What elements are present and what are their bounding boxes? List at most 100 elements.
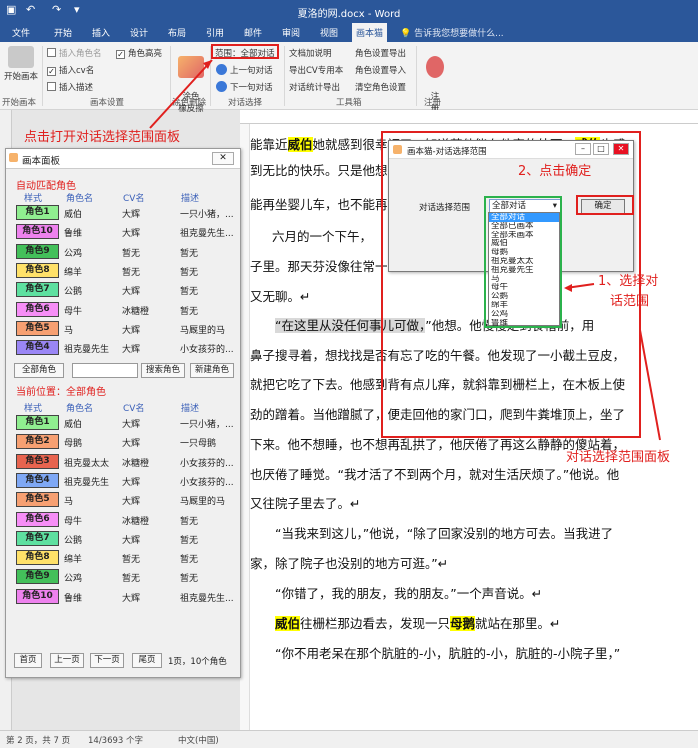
role-style-swatch[interactable]: 角色9 (16, 243, 59, 259)
role-row[interactable]: 角色8 绵羊 暂无 暂无 (16, 550, 236, 567)
role-row[interactable]: 角色1 威伯 大辉 一只小猪，... (16, 205, 236, 222)
search-input[interactable] (72, 363, 138, 378)
role-style-swatch[interactable]: 角色7 (16, 282, 59, 298)
role-desc: 暂无 (180, 535, 199, 546)
prev-page-button[interactable]: 上一页 (50, 653, 84, 668)
role-row[interactable]: 角色7 公鹅 大辉 暂无 (16, 530, 236, 548)
role-row[interactable]: 角色8 绵羊 暂无 暂无 (16, 262, 236, 280)
close-icon[interactable]: ✕ (613, 143, 629, 155)
role-desc: 马厩里的马 (180, 325, 226, 336)
dialog-titlebar: 画本猫-对话选择范围 – □ ✕ (389, 141, 633, 159)
arrow-head (564, 284, 572, 292)
role-style-swatch[interactable]: 角色1 (16, 415, 59, 430)
role-cv: 冰糖橙 (122, 516, 150, 527)
role-desc: 马厩里的马 (180, 497, 226, 508)
role-style-swatch[interactable]: 角色9 (16, 569, 59, 585)
role-name: 威伯 (64, 420, 83, 430)
role-cv: 暂无 (122, 248, 141, 259)
role-row[interactable]: 角色6 母牛 冰糖橙 暂无 (16, 511, 236, 529)
role-row[interactable]: 角色7 公鹅 大辉 暂无 (16, 282, 236, 299)
annotation-select-range-2: 话范围 (610, 294, 650, 309)
role-row[interactable]: 角色10 鲁维 大辉 祖克曼先生... (16, 588, 236, 606)
col-desc: 描述 (181, 194, 200, 204)
range-option[interactable]: 祖克曼太太 (489, 257, 559, 266)
col-name: 角色名 (66, 194, 94, 204)
range-option[interactable]: 绵羊 (489, 301, 559, 310)
range-dropdown-list: 全部对话 全部已画本 全部未画本 威伯 母鹅 祖克曼太太 祖克曼先生马母牛 公鹅 绵羊 公鸡 鲁维 (488, 212, 560, 328)
role-row[interactable]: 角色1 威伯 大辉 一只小猪，... (16, 415, 236, 432)
role-style-swatch[interactable]: 角色2 (16, 434, 59, 450)
role-style-swatch[interactable]: 角色4 (16, 340, 59, 356)
role-style-swatch[interactable]: 角色10 (16, 224, 59, 240)
all-roles-button[interactable]: 全部角色 (14, 363, 64, 378)
role-cv: 冰糖橙 (122, 458, 150, 469)
role-row[interactable]: 角色9 公鸡 暂无 暂无 (16, 569, 236, 586)
role-row[interactable]: 角色6 母牛 冰糖橙 暂无 (16, 301, 236, 319)
role-row[interactable]: 角色3 祖克曼太太 冰糖橙 小女孩芬的... (16, 453, 236, 471)
annotation-range-panel: 对话选择范围面板 (566, 450, 671, 465)
minimize-icon[interactable]: – (575, 143, 591, 155)
role-row[interactable]: 角色4 祖克曼先生 大辉 小女孩芬的... (16, 340, 236, 357)
role-cv: 暂无 (122, 267, 141, 278)
role-desc: 一只小猪，... (180, 210, 234, 220)
role-style-swatch[interactable]: 角色8 (16, 550, 59, 566)
role-name: 母牛 (64, 516, 83, 527)
next-page-button[interactable]: 下一页 (90, 653, 124, 668)
range-option[interactable]: 马 (489, 275, 559, 284)
role-desc: 小女孩芬的... (180, 458, 234, 469)
role-name: 马 (64, 325, 74, 336)
role-style-swatch[interactable]: 角色7 (16, 530, 59, 546)
range-option[interactable]: 公鸡 (489, 310, 559, 319)
range-option[interactable]: 公鹅 (489, 292, 559, 301)
role-style-swatch[interactable]: 角色1 (16, 205, 59, 220)
role-style-swatch[interactable]: 角色3 (16, 453, 59, 469)
range-option[interactable]: 全部已画本 (489, 222, 559, 231)
annotation-open-panel: 点击打开对话选择范围面板 (24, 130, 181, 145)
role-row[interactable]: 角色2 母鹅 大辉 一只母鹅 (16, 434, 236, 451)
role-style-swatch[interactable]: 角色4 (16, 472, 59, 488)
role-name: 绵羊 (64, 555, 83, 566)
range-option[interactable]: 鲁维 (489, 319, 559, 328)
range-option[interactable]: 威伯 (489, 239, 559, 248)
role-desc: 暂无 (180, 306, 199, 317)
col-style: 样式 (24, 194, 43, 204)
role-name: 绵羊 (64, 267, 83, 278)
role-style-swatch[interactable]: 角色5 (16, 320, 59, 336)
role-cv: 冰糖橙 (122, 306, 150, 317)
role-style-swatch[interactable]: 角色6 (16, 511, 59, 527)
last-page-button[interactable]: 尾页 (132, 653, 162, 668)
role-name: 母牛 (64, 306, 83, 317)
panel-title-text: 画本面板 (22, 156, 61, 167)
role-cv: 大辉 (122, 420, 141, 430)
role-name: 公鸡 (64, 248, 83, 259)
huaben-panel: 画本面板 ✕ 自动匹配角色 样式 角色名 CV名 描述 角色1 威伯 大辉 一只小猪，… (5, 148, 241, 678)
search-role-button[interactable]: 搜索角色 (141, 363, 185, 378)
role-row[interactable]: 角色10 鲁维 大辉 祖克曼先生... (16, 224, 236, 241)
role-style-swatch[interactable]: 角色10 (16, 588, 59, 604)
role-style-swatch[interactable]: 角色8 (16, 262, 59, 278)
range-option[interactable]: 祖克曼先生 (489, 266, 559, 275)
first-page-button[interactable]: 首页 (14, 653, 42, 668)
role-desc: 祖克曼先生... (180, 229, 234, 240)
role-style-swatch[interactable]: 角色6 (16, 301, 59, 317)
confirm-highlight-box (576, 195, 634, 215)
role-desc: 祖克曼先生... (180, 593, 234, 604)
range-option[interactable]: 全部对话 (489, 213, 559, 222)
range-option[interactable]: 全部未画本 (489, 231, 559, 240)
col-desc: 描述 (181, 404, 200, 414)
role-style-swatch[interactable]: 角色5 (16, 492, 59, 508)
page-info: 1页，10个角色 (168, 657, 227, 667)
role-row[interactable]: 角色9 公鸡 暂无 暂无 (16, 243, 236, 261)
arrow-line (149, 59, 213, 129)
new-role-button[interactable]: 新建角色 (190, 363, 234, 378)
close-icon[interactable]: ✕ (212, 152, 234, 165)
role-row[interactable]: 角色4 祖克曼先生 大辉 小女孩芬的... (16, 472, 236, 490)
role-cv: 大辉 (122, 593, 141, 604)
role-cv: 大辉 (122, 287, 141, 298)
role-row[interactable]: 角色5 马 大辉 马厩里的马 (16, 320, 236, 338)
range-option[interactable]: 母牛 (489, 283, 559, 292)
range-option[interactable]: 母鹅 (489, 248, 559, 257)
annotation-select-range: 1、选择对 (598, 274, 659, 289)
maximize-icon[interactable]: □ (593, 143, 609, 155)
role-row[interactable]: 角色5 马 大辉 马厩里的马 (16, 492, 236, 509)
